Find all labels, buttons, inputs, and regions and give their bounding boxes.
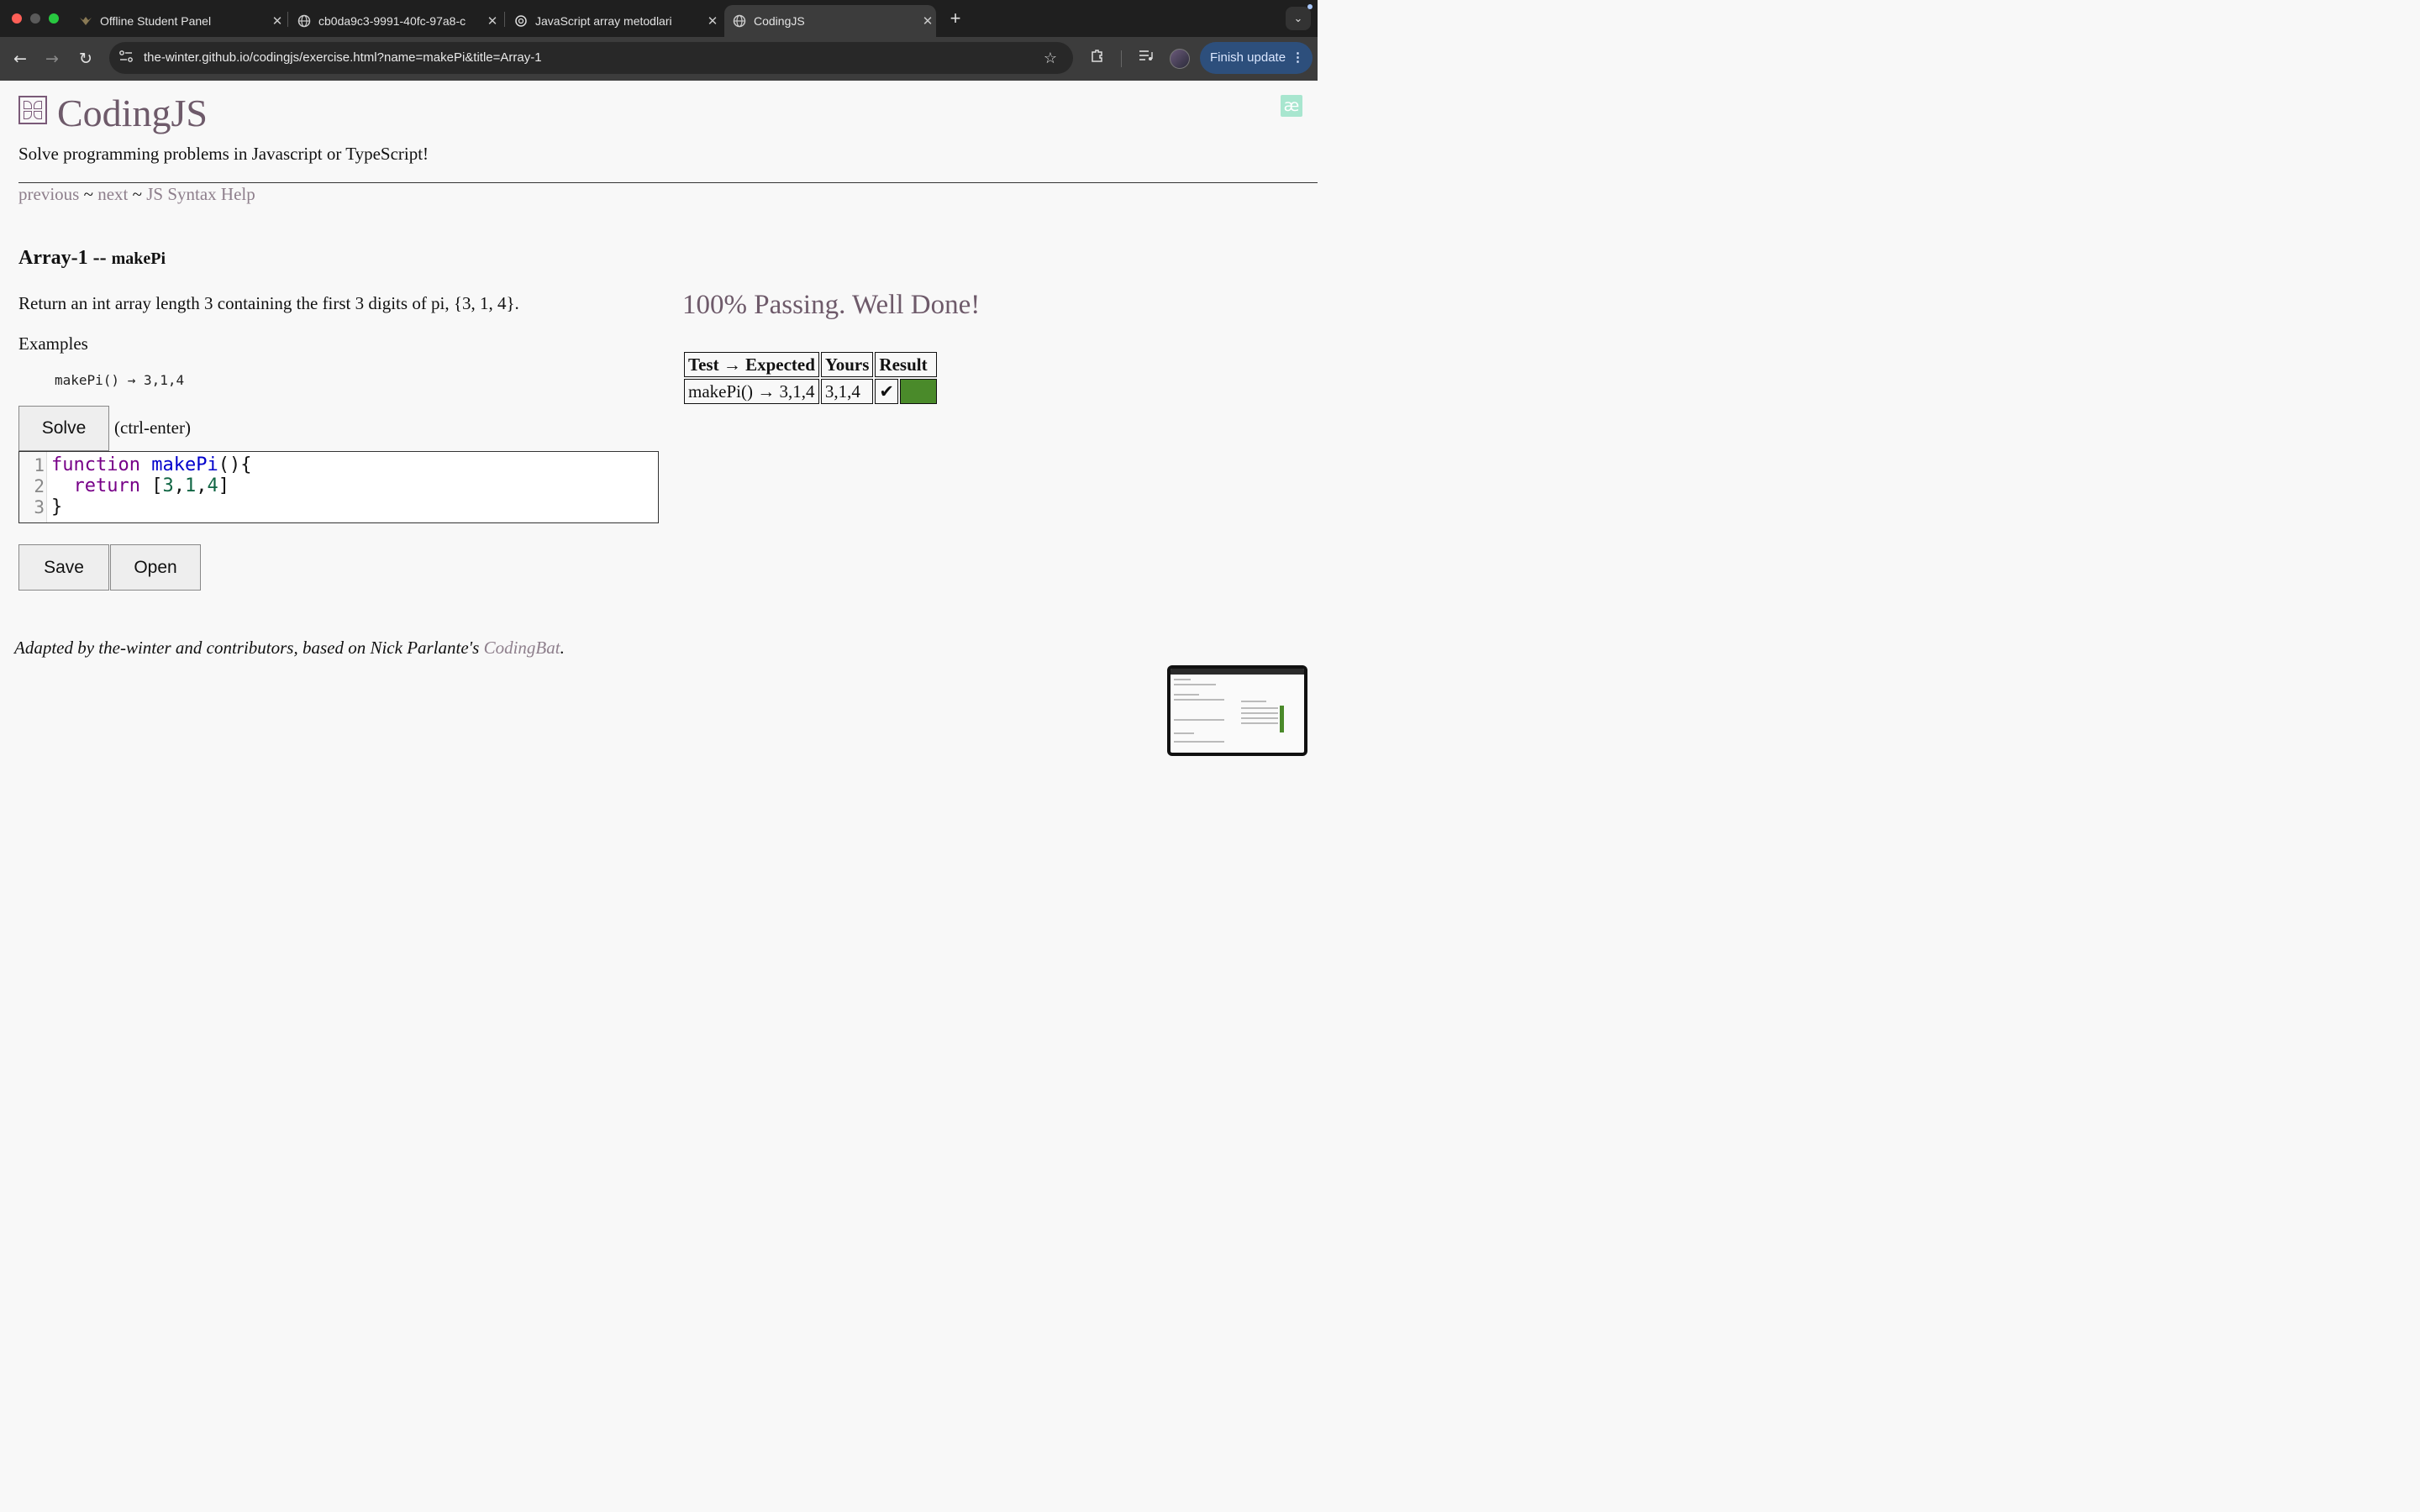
globe-icon — [297, 14, 311, 28]
minimize-window-button[interactable] — [30, 13, 40, 24]
tab-javascript-array-metodlari[interactable]: JavaScript array metodlari ✕ — [508, 5, 721, 37]
tab-cb0da9c3[interactable]: cb0da9c3-9991-40fc-97a8-c ✕ — [291, 5, 501, 37]
reload-icon: ↻ — [79, 50, 92, 68]
examples-label: Examples — [18, 333, 88, 354]
keyword-function: function — [51, 454, 140, 475]
tab-offline-student-panel[interactable]: Offline Student Panel ✕ — [72, 5, 286, 37]
results-header-row: Test → Expected Yours Result — [684, 352, 938, 377]
passing-status: 100% Passing. Well Done! — [682, 290, 981, 320]
bookmark-star-icon[interactable]: ☆ — [1041, 49, 1060, 67]
tab-codingjs[interactable]: CodingJS ✕ — [724, 5, 936, 37]
screenshot-thumbnail[interactable] — [1167, 665, 1307, 756]
tab-title: Offline Student Panel — [100, 14, 212, 28]
next-link[interactable]: next — [97, 184, 128, 204]
forward-button[interactable]: → — [41, 48, 63, 70]
extensions-icon[interactable] — [1087, 48, 1107, 70]
tab-title: CodingJS — [754, 14, 805, 28]
line-number: 2 — [34, 476, 45, 496]
arrow-right-icon: → — [45, 50, 59, 68]
yours-cell: 3,1,4 — [820, 379, 874, 404]
parens: (){ — [218, 454, 252, 475]
footer-text: Adapted by the-winter and contributors, … — [14, 638, 480, 658]
solve-button[interactable]: Solve — [18, 406, 109, 451]
close-bracket: ] — [218, 475, 229, 496]
check-icon: ✔ — [875, 379, 899, 404]
number-literal: 3 — [162, 475, 174, 496]
header-test-expected: Test → Expected — [684, 352, 819, 377]
open-bracket: [ — [151, 475, 163, 496]
puzzle-logo-icon — [18, 96, 47, 124]
previous-link[interactable]: previous — [18, 184, 79, 204]
header-result: Result — [875, 352, 938, 377]
ae-extension-badge[interactable]: æ — [1281, 95, 1302, 117]
comma: , — [173, 475, 185, 496]
function-name: makePi — [151, 454, 218, 475]
site-title: CodingJS — [57, 92, 208, 134]
number-literal: 4 — [207, 475, 218, 496]
problem-nav: previous ~ next ~ JS Syntax Help — [18, 184, 255, 205]
nav-separator: ~ — [83, 184, 93, 204]
open-button[interactable]: Open — [110, 544, 201, 591]
keyword-return: return — [73, 475, 140, 496]
problem-title: Array-1 -- makePi — [18, 247, 166, 270]
tagline: Solve programming problems in Javascript… — [18, 144, 429, 164]
problem-name: makePi — [111, 249, 166, 268]
syntax-help-link[interactable]: JS Syntax Help — [146, 184, 255, 204]
divider — [18, 182, 1318, 183]
line-number-gutter: 1 2 3 — [19, 452, 47, 522]
header-yours: Yours — [820, 352, 874, 377]
reload-button[interactable]: ↻ — [75, 48, 97, 70]
example-line: makePi() → 3,1,4 — [55, 372, 185, 388]
results-table: Test → Expected Yours Result makePi() → … — [682, 350, 939, 406]
close-tab-icon[interactable]: ✕ — [704, 13, 721, 29]
more-vert-icon: ⋮ — [1292, 50, 1304, 65]
tab-title: cb0da9c3-9991-40fc-97a8-c — [318, 14, 466, 28]
media-controls-icon[interactable] — [1136, 48, 1156, 70]
footer-credit: Adapted by the-winter and contributors, … — [14, 638, 565, 659]
arrow-left-icon: ← — [13, 50, 27, 68]
comma: , — [196, 475, 208, 496]
profile-avatar[interactable] — [1170, 49, 1190, 69]
thumbnail-preview — [1171, 669, 1304, 753]
code-editor[interactable]: 1 2 3 function makePi(){ return [3,1,4] … — [18, 451, 659, 523]
browser-toolbar: ← → ↻ the-winter.github.io/codingjs/exer… — [0, 37, 1318, 81]
chevron-down-icon: ⌄ — [1293, 12, 1303, 24]
code-line-2: return [3,1,4] — [51, 475, 229, 496]
finish-update-button[interactable]: Finish update ⋮ — [1200, 42, 1313, 74]
openai-icon — [514, 14, 528, 28]
table-row: makePi() → 3,1,4 3,1,4 ✔ — [684, 379, 938, 404]
shortcut-hint: (ctrl-enter) — [114, 417, 191, 438]
url-text: the-winter.github.io/codingjs/exercise.h… — [144, 50, 542, 65]
close-brace: } — [51, 496, 63, 517]
footer-period: . — [560, 638, 565, 658]
browser-tab-bar: Offline Student Panel ✕ cb0da9c3-9991-40… — [0, 0, 1318, 37]
address-bar[interactable]: the-winter.github.io/codingjs/exercise.h… — [109, 42, 1073, 74]
line-number: 3 — [34, 497, 45, 517]
nav-separator: ~ — [132, 184, 142, 204]
tab-search-button[interactable]: ⌄ — [1286, 7, 1311, 30]
save-button[interactable]: Save — [18, 544, 109, 591]
new-tab-button[interactable]: + — [946, 8, 965, 29]
maximize-window-button[interactable] — [49, 13, 59, 24]
tab-title: JavaScript array metodlari — [535, 14, 672, 28]
codingbat-link[interactable]: CodingBat — [484, 638, 560, 658]
globe-icon — [733, 14, 746, 28]
line-number: 1 — [34, 455, 45, 475]
paw-icon — [79, 14, 92, 28]
code-line-3: } — [51, 496, 62, 517]
finish-update-label: Finish update — [1210, 50, 1286, 65]
notification-dot — [1307, 4, 1313, 9]
test-cell: makePi() → 3,1,4 — [684, 379, 819, 404]
close-window-button[interactable] — [12, 13, 22, 24]
close-tab-icon[interactable]: ✕ — [919, 13, 936, 29]
pass-indicator — [900, 379, 938, 404]
problem-description: Return an int array length 3 containing … — [18, 293, 519, 313]
problem-category: Array-1 -- — [18, 247, 107, 269]
code-line-1: function makePi(){ — [51, 454, 251, 475]
site-info-icon[interactable] — [118, 50, 134, 66]
number-literal: 1 — [184, 475, 197, 496]
back-button[interactable]: ← — [9, 48, 31, 70]
close-tab-icon[interactable]: ✕ — [484, 13, 501, 29]
close-tab-icon[interactable]: ✕ — [269, 13, 286, 29]
